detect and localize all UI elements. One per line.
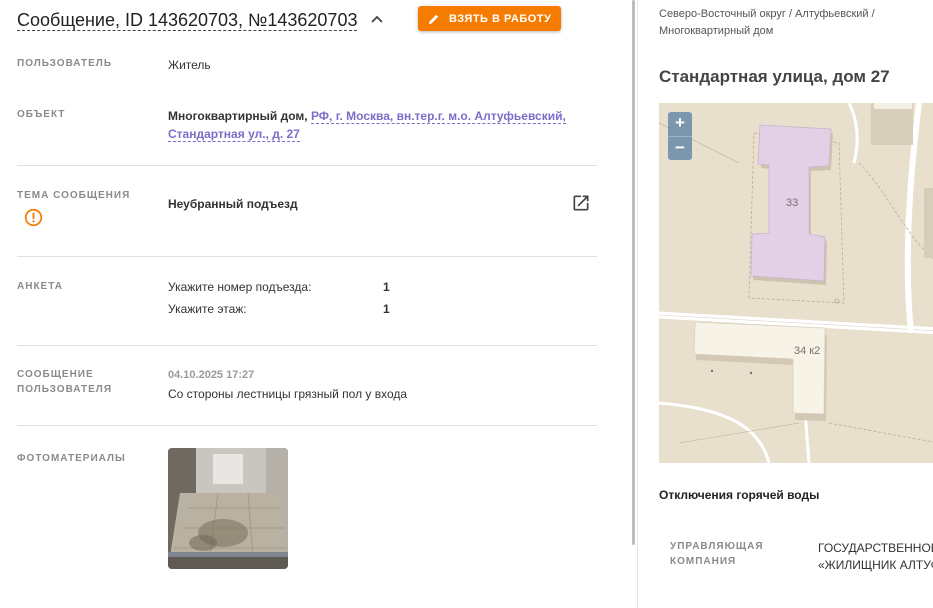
breadcrumb-line[interactable]: Северо-Восточный округ / Алтуфьевский / — [659, 6, 929, 23]
object-value: Многоквартирный дом, РФ, г. Москва, вн.т… — [168, 107, 578, 143]
user-label: ПОЛЬЗОВАТЕЛЬ — [17, 58, 113, 69]
topic-value: Неубранный подъезд — [168, 197, 298, 211]
take-to-work-button[interactable]: ВЗЯТЬ В РАБОТУ — [418, 6, 561, 31]
object-address-title: Стандартная улица, дом 27 — [659, 67, 890, 86]
management-company-label-line1: УПРАВЛЯЮЩАЯ — [670, 541, 764, 552]
map-zoom-control: + − — [668, 112, 692, 160]
building-33-label: 33 — [786, 197, 798, 209]
breadcrumb: Северо-Восточный округ / Алтуфьевский / … — [659, 6, 929, 40]
user-value: Житель — [168, 58, 211, 72]
take-to-work-label: ВЗЯТЬ В РАБОТУ — [449, 12, 552, 25]
user-message-label: СООБЩЕНИЕ ПОЛЬЗОВАТЕЛЯ — [17, 367, 112, 397]
scrollbar[interactable] — [632, 0, 635, 545]
management-company-value-line1: ГОСУДАРСТВЕННОЕ — [818, 541, 933, 555]
management-company-value: ГОСУДАРСТВЕННОЕ «ЖИЛИЩНИК АЛТУФ — [818, 540, 933, 574]
message-header: Сообщение, ID 143620703, №143620703 ВЗЯТ… — [17, 6, 596, 34]
divider — [17, 345, 597, 346]
zoom-out-button[interactable]: − — [668, 136, 692, 160]
user-message-label-line2: ПОЛЬЗОВАТЕЛЯ — [17, 384, 113, 395]
message-details-pane: Сообщение, ID 143620703, №143620703 ВЗЯТ… — [0, 0, 636, 608]
pencil-icon — [429, 14, 439, 24]
photo-thumbnail[interactable] — [168, 448, 288, 569]
survey-label: АНКЕТА — [17, 281, 63, 292]
user-message-label-line1: СООБЩЕНИЕ — [17, 369, 94, 380]
message-date: 04.10.2025 17:27 — [168, 369, 255, 381]
management-company-label-line2: КОМПАНИЯ — [670, 556, 737, 567]
topic-label: ТЕМА СООБЩЕНИЯ — [17, 190, 131, 201]
survey-answer: 1 — [383, 302, 390, 316]
survey-question: Укажите этаж: — [168, 302, 247, 316]
survey-answer: 1 — [383, 280, 390, 294]
warning-icon — [24, 208, 43, 227]
map[interactable]: 33 34 к2 + − — [659, 103, 933, 463]
message-text: Со стороны лестницы грязный пол у входа — [168, 387, 408, 401]
divider — [17, 425, 597, 426]
open-in-new-icon[interactable] — [571, 193, 591, 213]
object-info-pane: Северо-Восточный округ / Алтуфьевский / … — [637, 0, 933, 608]
zoom-in-button[interactable]: + — [668, 112, 692, 136]
hot-water-outages-title: Отключения горячей воды — [659, 488, 820, 502]
photos-label: ФОТОМАТЕРИАЛЫ — [17, 453, 126, 464]
object-label: ОБЪЕКТ — [17, 109, 66, 120]
map-canvas: 33 34 к2 — [659, 103, 933, 463]
management-company-label: УПРАВЛЯЮЩАЯ КОМПАНИЯ — [670, 539, 764, 569]
chevron-up-icon[interactable] — [369, 11, 385, 27]
breadcrumb-line[interactable]: Многоквартирный дом — [659, 23, 929, 40]
divider — [17, 165, 597, 166]
message-title[interactable]: Сообщение, ID 143620703, №143620703 — [17, 10, 358, 31]
photo-image — [168, 448, 288, 569]
building-34k2-label: 34 к2 — [794, 345, 820, 357]
survey-question: Укажите номер подъезда: — [168, 280, 312, 294]
divider — [17, 256, 597, 257]
object-type: Многоквартирный дом, — [168, 109, 308, 123]
management-company-value-line2: «ЖИЛИЩНИК АЛТУФ — [818, 558, 933, 572]
